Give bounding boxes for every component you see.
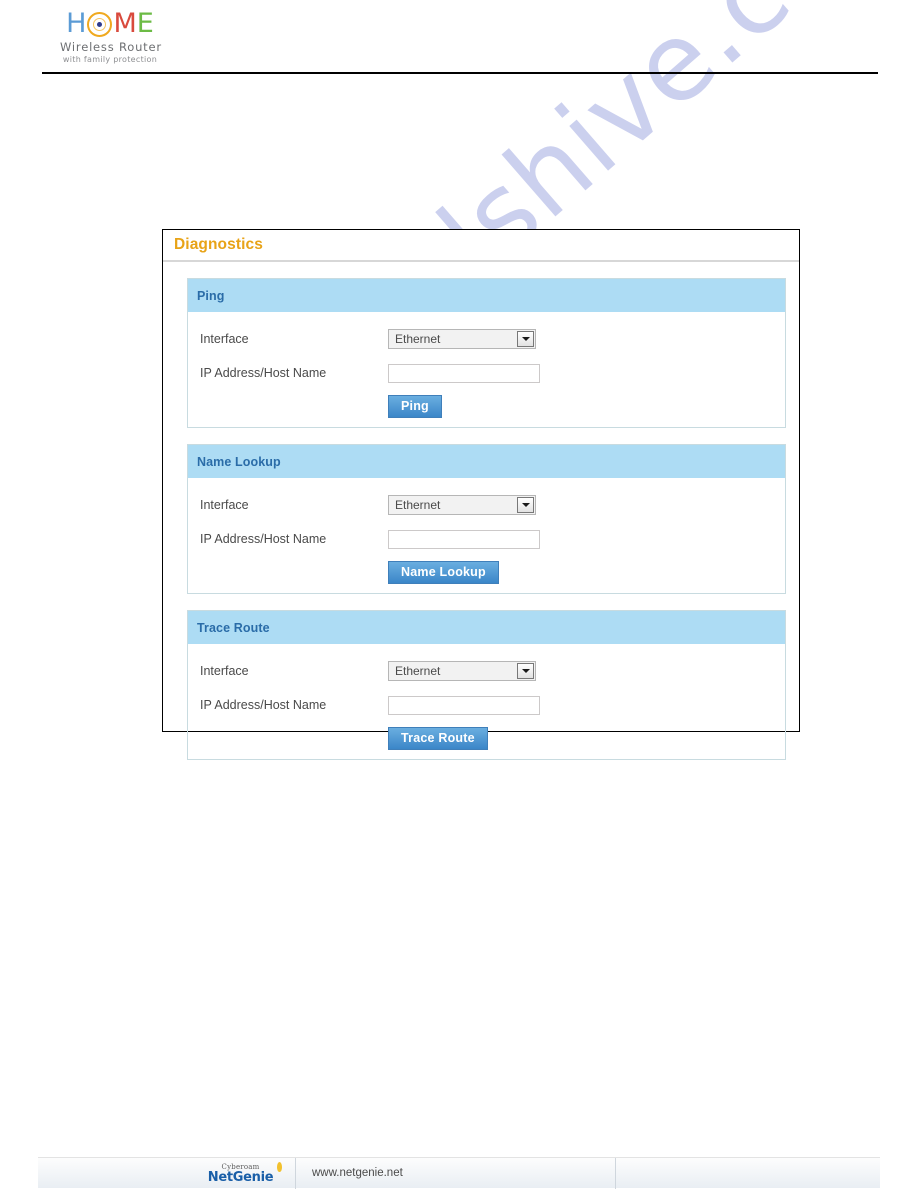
panel-titlebar: Diagnostics [163, 230, 799, 262]
section-header-name-lookup: Name Lookup [188, 445, 785, 478]
interface-select-value-ping: Ethernet [395, 332, 441, 346]
logo-subtitle: Wireless Router [60, 40, 162, 54]
page-title: Diagnostics [174, 236, 263, 253]
field-wrap-interface-trace-route: Ethernet [388, 661, 536, 681]
logo-letter-m: M [113, 8, 137, 39]
section-title-ping: Ping [197, 288, 225, 303]
label-interface-ping: Interface [200, 332, 249, 346]
button-row-ping: Ping [188, 395, 785, 418]
section-header-trace-route: Trace Route [188, 611, 785, 644]
form-row-host-ping: IP Address/Host Name [188, 356, 785, 390]
interface-select-ping[interactable]: Ethernet [388, 329, 536, 349]
footer-brand-main-text: NetGenie [207, 1169, 274, 1185]
section-header-ping: Ping [188, 279, 785, 312]
interface-select-name-lookup[interactable]: Ethernet [388, 495, 536, 515]
form-row-host-trace-route: IP Address/Host Name [188, 688, 785, 722]
flame-icon [277, 1161, 283, 1172]
field-wrap-interface-name-lookup: Ethernet [388, 495, 536, 515]
form-row-interface-ping: Interface Ethernet [188, 322, 785, 356]
logo-letter-h: H [66, 8, 87, 39]
field-wrap-host-name-lookup [388, 529, 540, 549]
panel-body: Ping Interface Ethernet IP Address/Host … [163, 262, 799, 760]
footer-right-cell [616, 1158, 880, 1189]
diagnostics-panel: Diagnostics Ping Interface Ethernet IP A… [162, 229, 800, 760]
trace-route-button[interactable]: Trace Route [388, 727, 488, 750]
section-title-name-lookup: Name Lookup [197, 454, 281, 469]
field-wrap-host-ping [388, 363, 540, 383]
name-lookup-button[interactable]: Name Lookup [388, 561, 499, 584]
section-card-name-lookup: Name Lookup Interface Ethernet IP Addres… [187, 444, 786, 594]
home-wireless-router-logo: H M E Wireless Router with family protec… [60, 10, 162, 65]
footer-spacer [38, 1158, 186, 1189]
header-divider [42, 72, 878, 74]
label-host-trace-route: IP Address/Host Name [200, 698, 327, 712]
interface-select-value-trace-route: Ethernet [395, 664, 441, 678]
netgenie-logo: Cyberoam NetGenie [186, 1157, 296, 1189]
page-footer: Cyberoam NetGenie www.netgenie.net [38, 1157, 880, 1189]
target-ring-icon [87, 11, 113, 37]
footer-url-cell: www.netgenie.net [296, 1157, 616, 1189]
section-card-trace-route: Trace Route Interface Ethernet IP Addres… [187, 610, 786, 760]
form-row-host-name-lookup: IP Address/Host Name [188, 522, 785, 556]
form-row-interface-trace-route: Interface Ethernet [188, 654, 785, 688]
chevron-down-icon[interactable] [517, 331, 534, 347]
host-input-trace-route[interactable] [388, 695, 540, 715]
footer-brand-main: NetGenie [207, 1161, 283, 1185]
logo-wordmark: H M E [60, 10, 160, 38]
logo-letter-e: E [136, 8, 154, 39]
host-input-ping[interactable] [388, 363, 540, 383]
label-host-ping: IP Address/Host Name [200, 366, 327, 380]
host-input-name-lookup[interactable] [388, 529, 540, 549]
form-row-interface-name-lookup: Interface Ethernet [188, 488, 785, 522]
label-host-name-lookup: IP Address/Host Name [200, 532, 327, 546]
button-row-trace-route: Trace Route [188, 727, 785, 750]
section-title-trace-route: Trace Route [197, 620, 270, 635]
page-header: H M E Wireless Router with family protec… [0, 0, 918, 76]
logo-tagline: with family protection [62, 55, 158, 64]
section-content-trace-route: Interface Ethernet IP Address/Host Name [188, 644, 785, 759]
label-interface-name-lookup: Interface [200, 498, 249, 512]
section-content-ping: Interface Ethernet IP Address/Host Name [188, 312, 785, 427]
section-card-ping: Ping Interface Ethernet IP Address/Host … [187, 278, 786, 428]
interface-select-value-name-lookup: Ethernet [395, 498, 441, 512]
field-wrap-interface-ping: Ethernet [388, 329, 536, 349]
footer-url-link[interactable]: www.netgenie.net [312, 1167, 403, 1179]
button-row-name-lookup: Name Lookup [188, 561, 785, 584]
chevron-down-icon[interactable] [517, 497, 534, 513]
section-content-name-lookup: Interface Ethernet IP Address/Host Name [188, 478, 785, 593]
ping-button[interactable]: Ping [388, 395, 442, 418]
interface-select-trace-route[interactable]: Ethernet [388, 661, 536, 681]
chevron-down-icon[interactable] [517, 663, 534, 679]
field-wrap-host-trace-route [388, 695, 540, 715]
label-interface-trace-route: Interface [200, 664, 249, 678]
